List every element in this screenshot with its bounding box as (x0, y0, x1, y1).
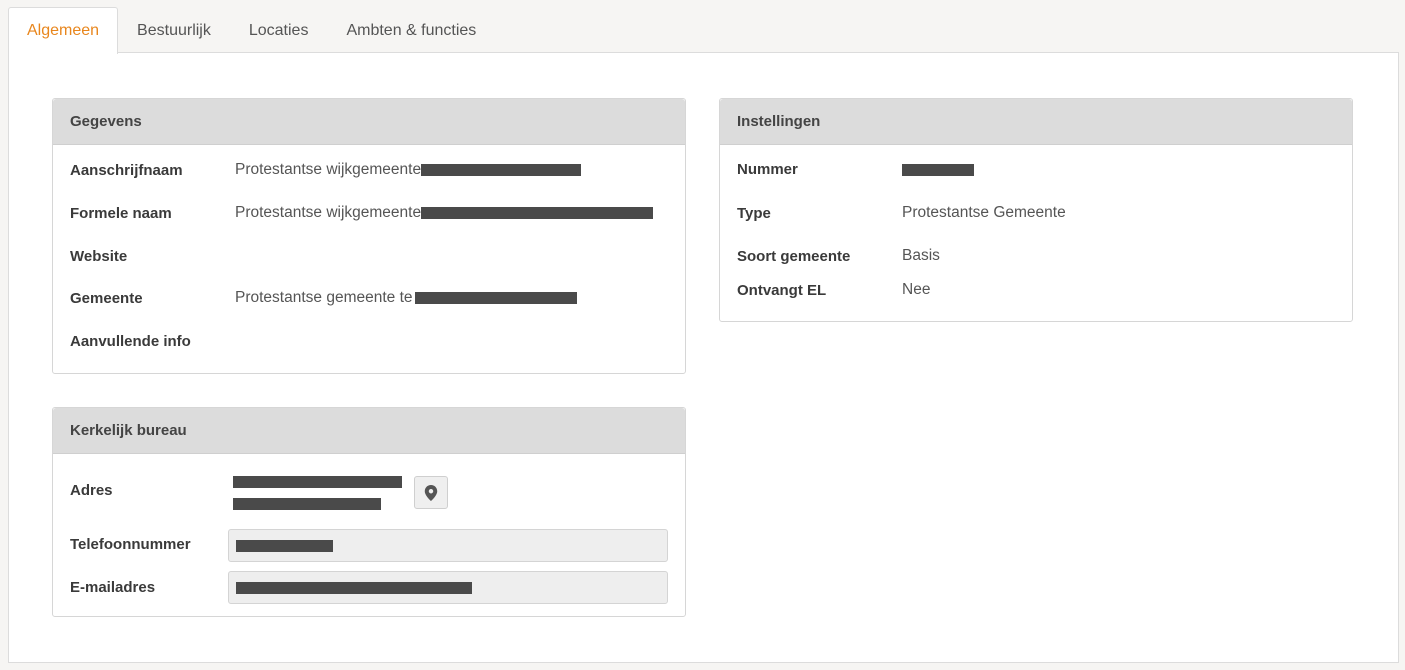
aanvullende-info-label: Aanvullende info (70, 333, 191, 350)
row-ontvangt-el: Ontvangt EL Nee (737, 281, 1335, 299)
nummer-value (902, 163, 974, 176)
formele-naam-value: Protestantse wijkgemeente (235, 204, 654, 222)
emailadres-label: E-mailadres (70, 579, 156, 596)
row-formele-naam: Formele naam Protestantse wijkgemeente (70, 204, 668, 222)
row-nummer: Nummer (737, 161, 1335, 178)
nummer-label: Nummer (737, 161, 798, 178)
type-label: Type (737, 204, 771, 222)
type-value: Protestantse Gemeente (902, 204, 1066, 221)
tab-algemeen[interactable]: Algemeen (8, 7, 119, 54)
aanschrijfnaam-label: Aanschrijfnaam (70, 161, 183, 179)
gegevens-title: Gegevens (53, 99, 685, 145)
ontvangt-el-value: Nee (902, 281, 931, 298)
telefoonnummer-label: Telefoonnummer (70, 536, 191, 553)
kerkelijk-bureau-title: Kerkelijk bureau (53, 408, 685, 454)
redacted-address-line-1 (233, 476, 402, 488)
row-aanvullende-info: Aanvullende info (70, 333, 668, 350)
map-marker-icon (424, 484, 438, 501)
redacted-block (414, 292, 577, 304)
gegevens-panel: Gegevens Aanschrijfnaam Protestantse wij… (52, 98, 686, 374)
redacted-address-line-2 (233, 498, 381, 510)
redacted-block (421, 164, 582, 176)
soort-gemeente-value: Basis (902, 247, 940, 264)
tab-bestuurlijk[interactable]: Bestuurlijk (118, 7, 230, 53)
redacted-phone (236, 539, 333, 552)
redacted-block (421, 207, 654, 219)
ontvangt-el-label: Ontvangt EL (737, 281, 827, 299)
tab-bar: Algemeen Bestuurlijk Locaties Ambten & f… (8, 7, 495, 54)
redacted-email (236, 581, 472, 594)
instellingen-panel: Instellingen Nummer Type Protestantse Ge… (719, 98, 1353, 322)
gemeente-label: Gemeente (70, 289, 143, 307)
row-gemeente: Gemeente Protestantse gemeente te (70, 289, 668, 307)
row-aanschrijfnaam: Aanschrijfnaam Protestantse wijkgemeente (70, 161, 668, 179)
map-location-button[interactable] (414, 476, 448, 509)
redacted-block (902, 163, 974, 176)
tab-ambten-functies[interactable]: Ambten & functies (327, 7, 495, 53)
kerkelijk-bureau-panel: Kerkelijk bureau Adres Telefoonnummer E-… (52, 407, 686, 617)
emailadres-field[interactable] (228, 571, 668, 604)
tab-locaties[interactable]: Locaties (230, 7, 328, 53)
aanschrijfnaam-value: Protestantse wijkgemeente (235, 161, 582, 179)
soort-gemeente-label: Soort gemeente (737, 247, 851, 265)
gemeente-value: Protestantse gemeente te (235, 289, 577, 307)
adres-label: Adres (70, 482, 113, 499)
formele-naam-label: Formele naam (70, 204, 172, 222)
row-type: Type Protestantse Gemeente (737, 204, 1335, 222)
telefoonnummer-field[interactable] (228, 529, 668, 562)
instellingen-title: Instellingen (720, 99, 1352, 145)
row-soort-gemeente: Soort gemeente Basis (737, 247, 1335, 265)
website-label: Website (70, 248, 128, 265)
row-website: Website (70, 248, 668, 265)
